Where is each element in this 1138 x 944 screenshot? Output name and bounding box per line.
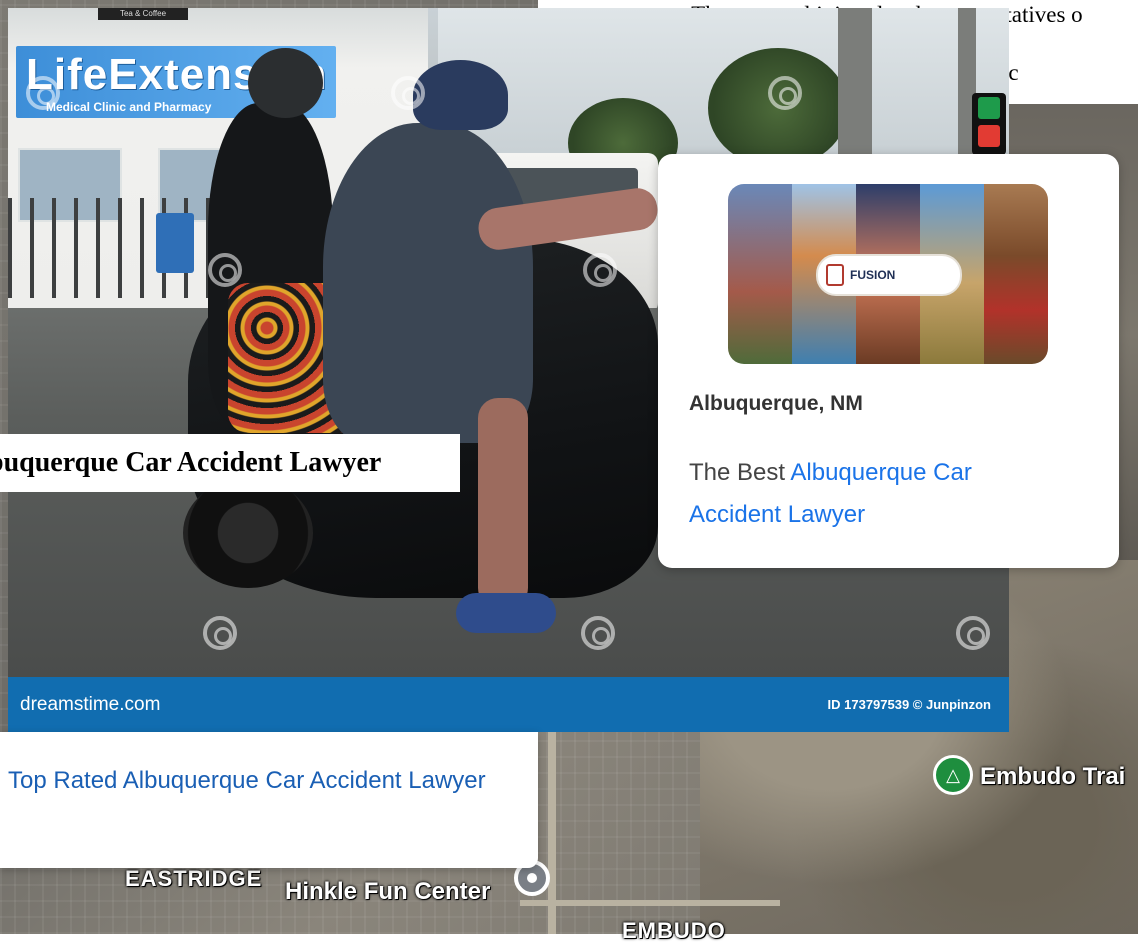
- watermark-icon: [583, 253, 617, 287]
- watermark-icon: [391, 76, 425, 110]
- watermark-icon: [956, 616, 990, 650]
- watermark-bar: dreamstime.com ID 173797539 © Junpinzon: [8, 677, 1009, 732]
- traffic-light: [972, 93, 1006, 155]
- photo-sandal: [456, 593, 556, 633]
- map-label-hinkle[interactable]: Hinkle Fun Center: [285, 878, 490, 906]
- watermark-id: ID 173797539 © Junpinzon: [827, 697, 991, 712]
- shop-sign-sub: Medical Clinic and Pharmacy: [46, 100, 212, 114]
- watermark-icon: [768, 76, 802, 110]
- park-pin-icon[interactable]: △: [933, 755, 973, 795]
- map-road: [520, 900, 780, 906]
- photo-blue-sign: [156, 213, 194, 273]
- photo-pole: [838, 8, 872, 158]
- map-label-embudo-trail[interactable]: Embudo Trai: [980, 763, 1125, 791]
- card-description: The Best Albuquerque Car Accident Lawyer: [689, 452, 1049, 536]
- page-heading: buquerque Car Accident Lawyer: [0, 434, 460, 492]
- photo-rider-leg: [478, 398, 528, 608]
- top-sign: Tea & Coffee: [98, 8, 188, 20]
- watermark-icon: [581, 616, 615, 650]
- link-card: Top Rated Albuquerque Car Accident Lawye…: [0, 732, 538, 868]
- watermark-logo: dreamstime.com: [20, 694, 161, 715]
- photo-rider: [323, 123, 533, 443]
- photo-wheel: [183, 478, 313, 588]
- map-label-eastridge: EASTRIDGE: [125, 866, 263, 891]
- fusion-logo: FUSION: [816, 254, 962, 296]
- fusion-logo-text: FUSION: [850, 268, 896, 282]
- top-rated-link[interactable]: Top Rated Albuquerque Car Accident Lawye…: [8, 760, 498, 801]
- watermark-icon: [208, 253, 242, 287]
- photo-passenger-helmet: [248, 48, 323, 118]
- card-image[interactable]: FUSION: [728, 184, 1048, 364]
- card-desc-prefix: The Best: [689, 459, 791, 486]
- watermark-icon: [26, 76, 60, 110]
- business-card[interactable]: FUSION Albuquerque, NM The Best Albuquer…: [658, 154, 1119, 568]
- card-city: Albuquerque, NM: [689, 392, 863, 415]
- map-label-embudo: EMBUDO: [622, 918, 726, 943]
- fusion-logo-icon: [826, 264, 844, 286]
- photo-rider-helmet: [413, 60, 508, 130]
- watermark-icon: [203, 616, 237, 650]
